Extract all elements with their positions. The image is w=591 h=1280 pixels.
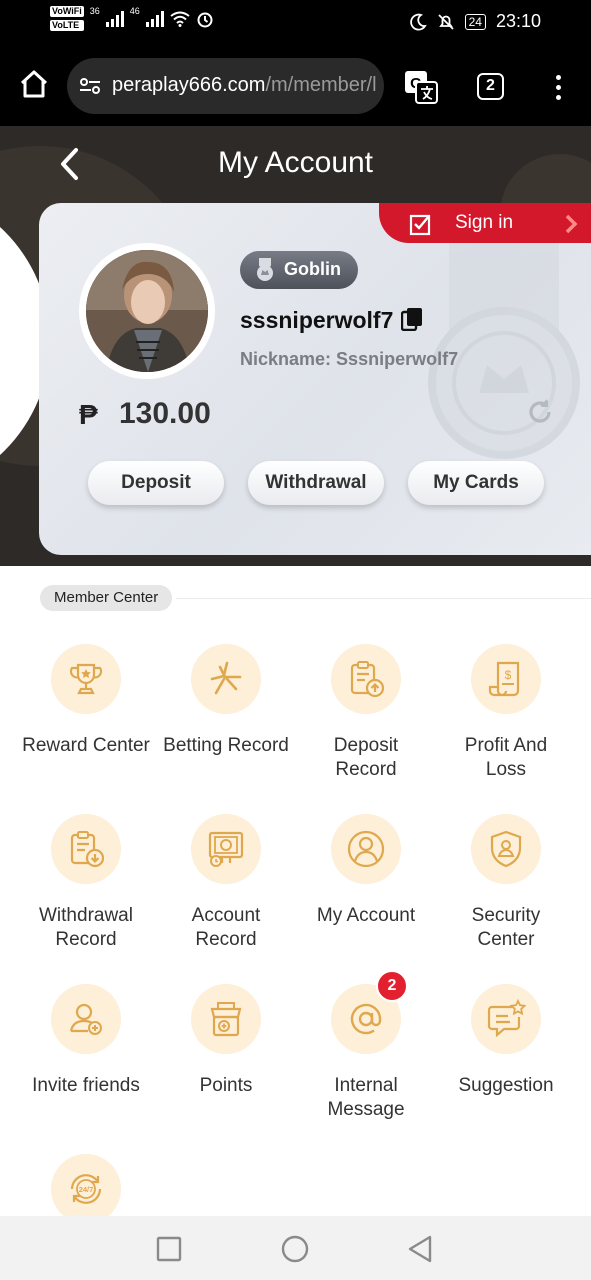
recent-apps-icon[interactable] xyxy=(152,1232,186,1266)
betting-record-icon xyxy=(210,661,242,695)
signal-icon xyxy=(105,10,124,27)
deposit-button[interactable]: Deposit xyxy=(88,461,224,505)
svg-text:$: $ xyxy=(505,668,512,682)
signal-icon-2 xyxy=(145,10,164,27)
menu-item-profit-and-loss[interactable]: $ Profit And Loss xyxy=(436,644,576,782)
withdrawal-record-icon xyxy=(70,831,105,868)
support-24-7-icon: 24/7 xyxy=(70,1174,102,1204)
at-sign-icon xyxy=(350,1003,382,1035)
back-nav-icon[interactable] xyxy=(404,1232,438,1266)
points-icon xyxy=(210,1002,242,1037)
menu-item-points[interactable]: Points xyxy=(156,984,296,1098)
translate-icon[interactable]: G xyxy=(404,70,438,104)
profit-loss-icon: $ xyxy=(488,661,520,697)
menu-item-customer-service[interactable]: 24/7 xyxy=(16,1154,156,1224)
currency-symbol: ₱ xyxy=(79,399,98,430)
withdrawal-button[interactable]: Withdrawal xyxy=(248,461,384,505)
overflow-menu-icon[interactable] xyxy=(548,72,568,102)
menu-item-reward-center[interactable]: Reward Center xyxy=(16,644,156,758)
browser-toolbar: peraplay666.com/m/member/l G 2 xyxy=(0,46,591,126)
shield-user-icon xyxy=(490,830,522,868)
menu-item-deposit-record[interactable]: Deposit Record xyxy=(296,644,436,782)
alarm-icon xyxy=(197,12,213,27)
page-title: My Account xyxy=(217,146,374,179)
home-nav-icon[interactable] xyxy=(278,1232,312,1266)
copy-icon[interactable] xyxy=(401,307,423,331)
deposit-record-icon xyxy=(350,661,385,698)
status-bar: VoWiFi VoLTE 36 46 24 23:10 xyxy=(0,0,591,46)
menu-item-account-record[interactable]: Account Record xyxy=(156,814,296,952)
member-center-label: Member Center xyxy=(40,585,173,611)
tab-switcher-button[interactable]: 2 xyxy=(477,73,504,100)
my-cards-button[interactable]: My Cards xyxy=(408,461,544,505)
trophy-icon xyxy=(69,663,103,695)
wifi-icon xyxy=(170,11,190,27)
url-domain: peraplay666.com xyxy=(112,74,266,96)
invite-friends-icon xyxy=(69,1003,102,1035)
url-path: /m/member/l xyxy=(265,74,377,96)
mute-bell-icon xyxy=(437,13,454,30)
svg-text:24/7: 24/7 xyxy=(79,1185,94,1194)
medal-icon xyxy=(257,258,273,281)
user-icon xyxy=(347,830,385,868)
moon-icon xyxy=(409,13,427,30)
suggestion-icon xyxy=(487,999,526,1038)
sign-in-button[interactable]: Sign in xyxy=(379,203,591,243)
system-navigation-bar xyxy=(0,1216,591,1280)
address-bar[interactable]: peraplay666.com/m/member/l xyxy=(67,58,384,114)
refresh-icon[interactable] xyxy=(525,397,555,427)
menu-item-my-account[interactable]: My Account xyxy=(296,814,436,928)
volte-indicator: VoWiFi VoLTE xyxy=(50,6,84,31)
account-card: Sign in Goblin sssniperwolf7 Nickname: S… xyxy=(39,203,591,555)
menu-item-invite-friends[interactable]: Invite friends xyxy=(16,984,156,1098)
chevron-right-icon xyxy=(565,214,578,234)
home-icon[interactable] xyxy=(18,68,50,100)
network-type-2: 46 xyxy=(129,6,140,16)
balance-amount: 130.00 xyxy=(119,397,211,430)
battery-level: 24 xyxy=(464,13,486,30)
divider xyxy=(176,598,591,599)
avatar-frame xyxy=(79,243,215,379)
menu-item-withdrawal-record[interactable]: Withdrawal Record xyxy=(16,814,156,952)
menu-item-suggestion[interactable]: Suggestion xyxy=(436,984,576,1098)
nickname: Nickname: Sssniperwolf7 xyxy=(240,349,459,369)
unread-count-badge: 2 xyxy=(376,970,408,1002)
clock: 23:10 xyxy=(495,11,541,31)
avatar[interactable] xyxy=(86,250,208,372)
site-settings-icon[interactable] xyxy=(79,77,101,95)
checkbox-calendar-icon xyxy=(409,214,431,236)
menu-item-betting-record[interactable]: Betting Record xyxy=(156,644,296,758)
sign-in-label: Sign in xyxy=(455,212,514,233)
menu-item-internal-message[interactable]: 2 Internal Message xyxy=(296,970,436,1122)
network-type-1: 36 xyxy=(89,6,100,16)
menu-item-security-center[interactable]: Security Center xyxy=(436,814,576,952)
account-record-icon xyxy=(208,831,244,867)
username: sssniperwolf7 xyxy=(240,307,394,333)
vip-level-badge: Goblin xyxy=(240,251,358,289)
vip-level-name: Goblin xyxy=(284,259,341,279)
